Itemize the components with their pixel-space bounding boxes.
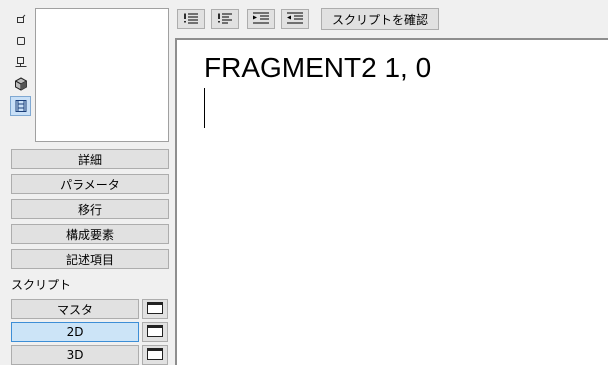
window-icon bbox=[147, 301, 163, 317]
master-script-label: マスタ bbox=[56, 302, 93, 317]
comment-lines-button[interactable] bbox=[177, 9, 205, 29]
3d-cube-icon[interactable] bbox=[12, 75, 30, 93]
uncomment-lines-icon bbox=[216, 12, 234, 27]
parameters-button-label: パラメータ bbox=[60, 177, 120, 192]
descriptors-button[interactable]: 記述項目 bbox=[11, 249, 169, 269]
outdent-button[interactable] bbox=[281, 9, 309, 29]
3d-script-button[interactable]: 3D bbox=[11, 345, 139, 365]
details-button-label: 詳細 bbox=[77, 152, 102, 167]
check-script-label: スクリプトを確認 bbox=[331, 12, 428, 27]
indent-icon bbox=[252, 12, 270, 27]
preview-pane bbox=[35, 8, 169, 142]
film-strip-icon[interactable] bbox=[10, 96, 31, 116]
descriptors-button-label: 記述項目 bbox=[65, 252, 114, 267]
square-outline-icon[interactable] bbox=[12, 32, 30, 50]
window-icon bbox=[147, 347, 163, 363]
select-2d-icon[interactable] bbox=[12, 11, 30, 29]
indent-button[interactable] bbox=[247, 9, 275, 29]
details-button[interactable]: 詳細 bbox=[11, 149, 169, 169]
open-2d-window-button[interactable] bbox=[142, 322, 168, 342]
2d-script-button[interactable]: 2D bbox=[11, 322, 139, 342]
migration-button[interactable]: 移行 bbox=[11, 199, 169, 219]
outdent-icon bbox=[286, 12, 304, 27]
text-cursor bbox=[204, 88, 205, 128]
open-3d-window-button[interactable] bbox=[142, 345, 168, 365]
script-section-label: スクリプト bbox=[11, 278, 72, 292]
parameters-button[interactable]: パラメータ bbox=[11, 174, 169, 194]
migration-button-label: 移行 bbox=[77, 202, 102, 217]
code-line: FRAGMENT2 1, 0 bbox=[204, 52, 432, 83]
comment-lines-icon bbox=[182, 12, 200, 27]
components-button[interactable]: 構成要素 bbox=[11, 224, 169, 244]
components-button-label: 構成要素 bbox=[65, 227, 114, 242]
3d-script-label: 3D bbox=[66, 348, 84, 362]
open-master-window-button[interactable] bbox=[142, 299, 168, 319]
window-icon bbox=[147, 324, 163, 340]
script-editor[interactable]: FRAGMENT2 1, 0 bbox=[175, 38, 608, 365]
check-script-button[interactable]: スクリプトを確認 bbox=[321, 8, 439, 30]
uncomment-lines-button[interactable] bbox=[211, 9, 239, 29]
master-script-button[interactable]: マスタ bbox=[11, 299, 139, 319]
2d-script-label: 2D bbox=[66, 325, 84, 339]
stamp-icon[interactable] bbox=[12, 53, 30, 71]
